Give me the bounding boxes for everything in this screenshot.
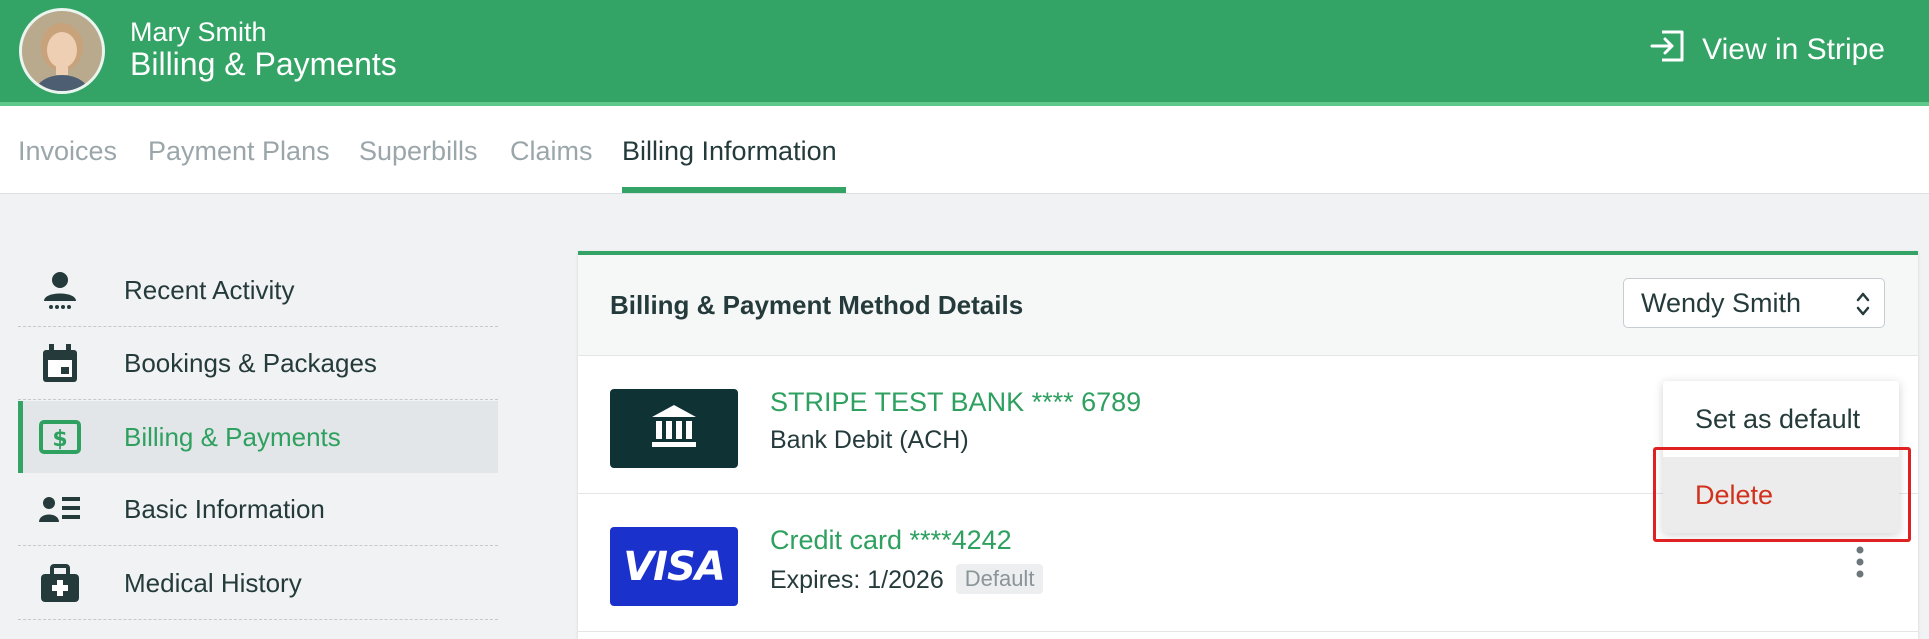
- sidebar-item-bookings-packages[interactable]: Bookings & Packages: [18, 328, 498, 400]
- sidebar-item-billing-payments[interactable]: $ Billing & Payments: [18, 401, 498, 473]
- tab-payment-plans[interactable]: Payment Plans: [148, 136, 330, 167]
- active-tab-indicator: [622, 187, 846, 193]
- default-badge: Default: [955, 564, 1044, 594]
- avatar-photo: [22, 11, 102, 91]
- payment-method-name[interactable]: STRIPE TEST BANK **** 6789: [770, 387, 1141, 418]
- calendar-icon: [30, 343, 90, 384]
- view-in-stripe-button[interactable]: View in Stripe: [1648, 28, 1885, 72]
- app-header: Mary Smith Billing & Payments View in St…: [0, 0, 1929, 106]
- page-title: Billing & Payments: [130, 46, 397, 82]
- tab-bar: Invoices Payment Plans Superbills Claims…: [0, 106, 1929, 194]
- payment-method-menu: Set as default Delete: [1663, 381, 1899, 533]
- sidebar-item-label: Recent Activity: [124, 275, 295, 305]
- more-options-icon[interactable]: [1855, 545, 1865, 584]
- sidebar-item-label: Bookings & Packages: [124, 348, 377, 378]
- medical-bag-icon: [30, 563, 90, 604]
- tab-invoices[interactable]: Invoices: [18, 136, 117, 167]
- set-as-default-menu-item[interactable]: Set as default: [1663, 381, 1899, 457]
- expiry-text: Expires: 1/2026: [770, 566, 944, 594]
- tab-claims[interactable]: Claims: [510, 136, 593, 167]
- avatar[interactable]: [19, 8, 105, 94]
- sidebar-item-label: Medical History: [124, 568, 302, 598]
- panel-header: Billing & Payment Method Details Wendy S…: [578, 255, 1918, 356]
- chevron-up-down-icon: [1856, 289, 1870, 324]
- client-select-value: Wendy Smith: [1641, 287, 1802, 318]
- contact-list-icon: [30, 494, 90, 526]
- delete-menu-item[interactable]: Delete: [1663, 457, 1899, 533]
- visa-logo-text: VISA: [623, 543, 726, 590]
- bank-icon: [650, 403, 698, 454]
- person-icon: [30, 271, 90, 311]
- view-in-stripe-label: View in Stripe: [1702, 33, 1885, 66]
- external-login-icon: [1648, 26, 1688, 74]
- sidebar-item-label: Billing & Payments: [124, 421, 341, 452]
- visa-logo: VISA: [610, 527, 738, 606]
- payment-method-expiry: Expires: 1/2026 Default: [770, 564, 1044, 595]
- sidebar-item-recent-activity[interactable]: Recent Activity: [18, 255, 498, 327]
- dollar-bill-icon: $: [30, 420, 90, 454]
- tab-billing-information[interactable]: Billing Information: [622, 136, 837, 167]
- sidebar-item-basic-information[interactable]: Basic Information: [18, 474, 498, 546]
- bank-logo: [610, 389, 738, 468]
- payment-method-name[interactable]: Credit card ****4242: [770, 525, 1012, 556]
- panel-title: Billing & Payment Method Details: [610, 290, 1024, 320]
- sidebar-item-medical-history[interactable]: Medical History: [18, 548, 498, 620]
- tab-superbills[interactable]: Superbills: [359, 136, 478, 167]
- client-select[interactable]: Wendy Smith: [1623, 278, 1885, 328]
- user-name: Mary Smith: [130, 17, 267, 47]
- svg-text:$: $: [52, 427, 67, 452]
- sidebar-item-label: Basic Information: [124, 494, 325, 524]
- menu-item-label: Delete: [1695, 479, 1774, 510]
- menu-item-label: Set as default: [1695, 403, 1861, 434]
- payment-method-type: Bank Debit (ACH): [770, 426, 969, 454]
